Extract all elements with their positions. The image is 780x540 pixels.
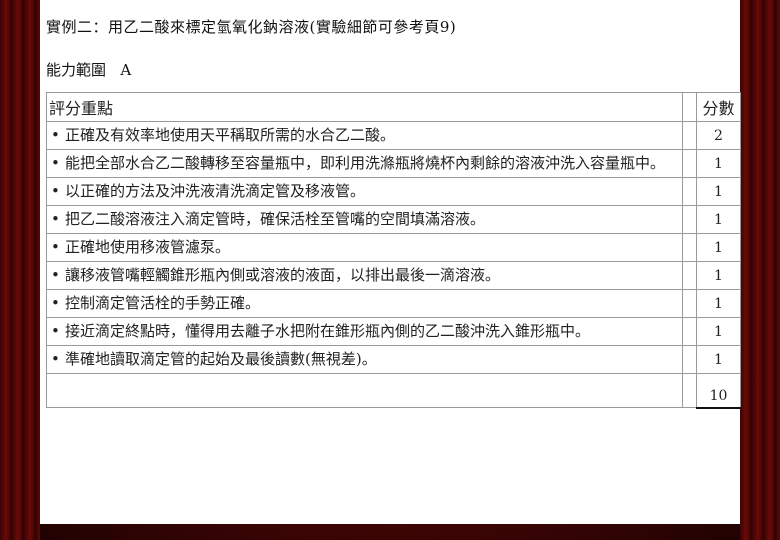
spacer-header [682, 92, 697, 122]
spacer-cell [682, 205, 697, 234]
bullet-icon: • [51, 294, 60, 312]
table-row: • 控制滴定管活栓的手勢正確。 1 [46, 289, 741, 318]
table-body: • 正確及有效率地使用天平稱取所需的水合乙二酸。 2 • 能把全部水合乙二酸轉移至容量瓶… [46, 121, 741, 374]
bullet-icon: • [51, 182, 60, 200]
score-cell: 1 [696, 205, 741, 234]
bullet-icon: • [51, 322, 60, 340]
table-row: • 準確地讀取滴定管的起始及最後讀數(無視差)。 1 [46, 345, 741, 374]
bullet-icon: • [51, 266, 60, 284]
criterion-cell: • 控制滴定管活栓的手勢正確。 [46, 289, 683, 318]
bullet-icon: • [51, 210, 60, 228]
spacer-cell [682, 261, 697, 290]
criterion-cell: • 正確及有效率地使用天平稱取所需的水合乙二酸。 [46, 121, 683, 150]
spacer-cell [682, 121, 697, 150]
ability-label: 能力範圍 [46, 61, 107, 79]
score-cell: 1 [696, 317, 741, 346]
score-cell: 1 [696, 149, 741, 178]
spacer-cell [682, 289, 697, 318]
curtain-left [0, 0, 40, 540]
criterion-text: 接近滴定終點時，懂得用去離子水把附在錐形瓶內側的乙二酸沖洗入錐形瓶中。 [65, 322, 591, 340]
criterion-text: 準確地讀取滴定管的起始及最後讀數(無視差)。 [65, 350, 377, 368]
criterion-cell: • 準確地讀取滴定管的起始及最後讀數(無視差)。 [46, 345, 683, 374]
ability-value: A [120, 61, 132, 79]
criterion-cell: • 以正確的方法及沖洗液清洗滴定管及移液管。 [46, 177, 683, 206]
bullet-icon: • [51, 238, 60, 256]
ability-range: 能力範圍 A [46, 59, 728, 80]
criterion-cell: • 能把全部水合乙二酸轉移至容量瓶中，即利用洗滌瓶將燒杯內剩餘的溶液沖洗入容量瓶中… [46, 149, 683, 178]
criterion-text: 以正確的方法及沖洗液清洗滴定管及移液管。 [65, 182, 366, 200]
table-row: • 接近滴定終點時，懂得用去離子水把附在錐形瓶內側的乙二酸沖洗入錐形瓶中。 1 [46, 317, 741, 346]
criterion-cell: • 正確地使用移液管濾泵。 [46, 233, 683, 262]
score-header: 分數 [696, 92, 741, 122]
table-row: • 能把全部水合乙二酸轉移至容量瓶中，即利用洗滌瓶將燒杯內剩餘的溶液沖洗入容量瓶中… [46, 149, 741, 178]
table-row: • 把乙二酸溶液注入滴定管時，確保活栓至管嘴的空間填滿溶液。 1 [46, 205, 741, 234]
table-header-row: 評分重點 分數 [46, 92, 741, 122]
score-cell: 1 [696, 345, 741, 374]
criterion-cell: • 接近滴定終點時，懂得用去離子水把附在錐形瓶內側的乙二酸沖洗入錐形瓶中。 [46, 317, 683, 346]
table-row: • 讓移液管嘴輕觸錐形瓶內側或溶液的液面，以排出最後一滴溶液。 1 [46, 261, 741, 290]
document-title: 實例二：用乙二酸來標定氫氧化鈉溶液(實驗細節可參考頁9) [46, 18, 457, 36]
score-cell: 2 [696, 121, 741, 150]
criterion-text: 能把全部水合乙二酸轉移至容量瓶中，即利用洗滌瓶將燒杯內剩餘的溶液沖洗入容量瓶中。 [65, 154, 666, 172]
curtain-right [740, 0, 780, 540]
spacer-cell [682, 317, 697, 346]
score-cell: 1 [696, 177, 741, 206]
criterion-text: 把乙二酸溶液注入滴定管時，確保活栓至管嘴的空間填滿溶液。 [65, 210, 486, 228]
spacer-cell [682, 149, 697, 178]
score-cell: 1 [696, 233, 741, 262]
criterion-text: 正確及有效率地使用天平稱取所需的水合乙二酸。 [65, 126, 396, 144]
spacer-cell [682, 345, 697, 374]
bullet-icon: • [51, 154, 60, 172]
criteria-header: 評分重點 [46, 92, 683, 122]
score-cell: 1 [696, 289, 741, 318]
table-row: • 以正確的方法及沖洗液清洗滴定管及移液管。 1 [46, 177, 741, 206]
total-blank [46, 373, 683, 408]
table-row: • 正確及有效率地使用天平稱取所需的水合乙二酸。 2 [46, 121, 741, 150]
total-row: 10 [46, 373, 741, 409]
criterion-cell: • 把乙二酸溶液注入滴定管時，確保活栓至管嘴的空間填滿溶液。 [46, 205, 683, 234]
total-spacer [682, 373, 697, 408]
spacer-cell [682, 177, 697, 206]
criterion-text: 控制滴定管活栓的手勢正確。 [65, 294, 261, 312]
bullet-icon: • [51, 126, 60, 144]
total-score: 10 [696, 373, 741, 409]
spacer-cell [682, 233, 697, 262]
score-cell: 1 [696, 261, 741, 290]
bullet-icon: • [51, 350, 60, 368]
criterion-cell: • 讓移液管嘴輕觸錐形瓶內側或溶液的液面，以排出最後一滴溶液。 [46, 261, 683, 290]
table-row: • 正確地使用移液管濾泵。 1 [46, 233, 741, 262]
document-sheet: 實例二：用乙二酸來標定氫氧化鈉溶液(實驗細節可參考頁9) 能力範圍 A 評分重點… [40, 0, 741, 524]
criterion-text: 讓移液管嘴輕觸錐形瓶內側或溶液的液面，以排出最後一滴溶液。 [65, 266, 501, 284]
criterion-text: 正確地使用移液管濾泵。 [65, 238, 231, 256]
marking-table: 評分重點 分數 • 正確及有效率地使用天平稱取所需的水合乙二酸。 2 • 能把全部水合乙… [46, 92, 741, 409]
